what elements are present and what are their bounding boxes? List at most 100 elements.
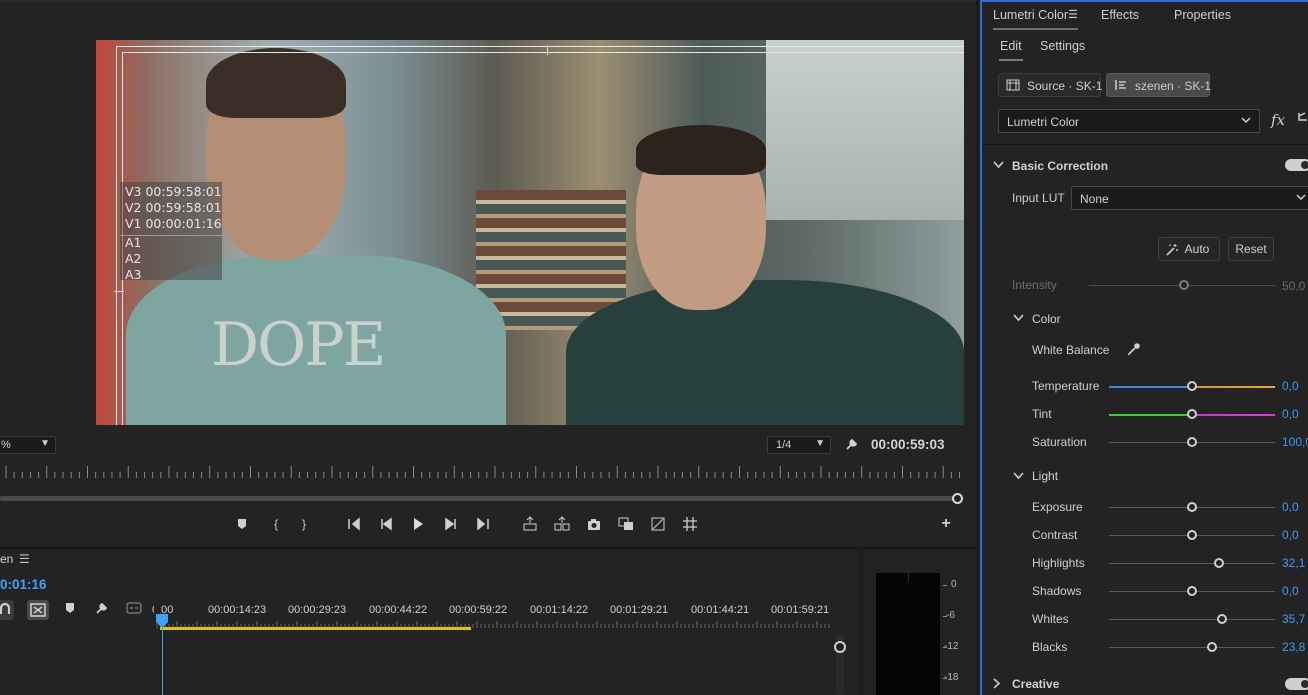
step-forward-icon[interactable] <box>440 515 460 533</box>
sequence-clip-button[interactable]: szenen · SK-1 <box>1106 73 1212 97</box>
add-marker-icon[interactable] <box>232 515 252 533</box>
lift-icon[interactable] <box>520 515 540 533</box>
param-value-blacks[interactable]: 23,8 <box>1282 640 1305 654</box>
param-slider-knob-shadows[interactable] <box>1187 586 1197 596</box>
toggle-proxies-icon[interactable] <box>648 515 668 533</box>
monitor-time-ruler[interactable] <box>0 464 964 480</box>
color-subsection-title[interactable]: Color <box>1032 312 1061 326</box>
param-slider-knob-highlights[interactable] <box>1213 558 1224 568</box>
param-slider-knob-saturation[interactable] <box>1187 437 1197 447</box>
reset-button[interactable]: Reset <box>1228 237 1274 261</box>
reset-effect-icon[interactable] <box>1296 110 1308 127</box>
video-preview[interactable]: DOPE <box>96 40 964 425</box>
intensity-value[interactable]: 50,0 <box>1282 279 1305 293</box>
ruler-label: 00:01:44:21 <box>691 604 750 616</box>
param-slider-knob-contrast[interactable] <box>1187 530 1197 540</box>
param-slider-knob-temperature[interactable] <box>1187 381 1197 391</box>
sequence-tab[interactable]: en <box>0 552 13 566</box>
playhead-line[interactable] <box>162 628 163 695</box>
sequence-icon <box>1115 80 1126 90</box>
go-to-in-icon[interactable] <box>345 515 365 533</box>
scrub-bar-handle[interactable] <box>952 493 963 504</box>
panel-menu-icon[interactable]: ☰ <box>1068 8 1078 21</box>
param-value-temperature[interactable]: 0,0 <box>1282 379 1299 393</box>
zoom-level-select[interactable]: % ▼ <box>0 436 56 454</box>
creative-title[interactable]: Creative <box>1012 677 1059 691</box>
section-collapse-chevron-icon[interactable] <box>993 159 1004 173</box>
monitor-scrub-bar[interactable] <box>0 496 958 501</box>
panel-divider <box>982 144 1308 145</box>
captions-icon[interactable] <box>125 601 143 619</box>
param-label-saturation: Saturation <box>1032 435 1087 449</box>
timeline-zoom-handle[interactable] <box>834 641 846 653</box>
chevron-down-icon <box>1241 114 1251 128</box>
hamburger-menu-icon[interactable]: ☰ <box>19 552 30 566</box>
param-label-highlights: Highlights <box>1032 556 1085 570</box>
mark-in-icon[interactable]: { <box>266 515 286 533</box>
creative-toggle[interactable] <box>1285 678 1308 690</box>
tab-lumetri-color[interactable]: Lumetri Color <box>993 8 1068 22</box>
param-slider-knob-tint[interactable] <box>1187 409 1197 419</box>
param-value-tint[interactable]: 0,0 <box>1282 407 1299 421</box>
ruler-label: 00:01:59:21 <box>771 604 830 616</box>
comparison-view-icon[interactable] <box>616 515 636 533</box>
param-label-temperature: Temperature <box>1032 379 1100 393</box>
param-value-exposure[interactable]: 0,0 <box>1282 500 1299 514</box>
effect-instance-select[interactable]: Lumetri Color <box>998 109 1260 133</box>
extract-icon[interactable] <box>552 515 572 533</box>
playhead-handle[interactable] <box>156 614 168 628</box>
param-value-contrast[interactable]: 0,0 <box>1282 528 1299 542</box>
sequence-clip-label: szenen · SK-1 <box>1135 79 1212 93</box>
param-slider-highlights[interactable] <box>1109 563 1275 564</box>
param-value-whites[interactable]: 35,7 <box>1282 612 1305 626</box>
playback-resolution-select[interactable]: 1/4 ▼ <box>767 436 831 454</box>
creative-expand-chevron-icon[interactable] <box>991 678 1002 692</box>
add-marker-icon[interactable] <box>61 601 79 619</box>
play-icon[interactable] <box>408 515 428 533</box>
intensity-slider-knob[interactable] <box>1179 280 1189 290</box>
snap-icon[interactable] <box>0 600 14 620</box>
button-editor-plus-icon[interactable]: + <box>936 515 956 533</box>
sequence-timecode[interactable]: 0:01:16 <box>0 577 47 592</box>
ruler-label: 00:00:29:23 <box>288 604 347 616</box>
param-value-saturation[interactable]: 100,0 <box>1282 435 1308 449</box>
tab-properties[interactable]: Properties <box>1174 8 1231 22</box>
work-area-bar[interactable] <box>160 627 471 630</box>
go-to-out-icon[interactable] <box>472 515 492 533</box>
timecode-overlay: V3 00:59:58:01 V2 00:59:58:01 V1 00:00:0… <box>120 182 222 282</box>
source-clip-button[interactable]: Source · SK-1 <box>998 73 1103 97</box>
intensity-label: Intensity <box>1012 278 1057 292</box>
wrench-icon[interactable] <box>845 437 859 454</box>
playhead-timecode[interactable]: 00:00:59:03 <box>871 437 945 452</box>
light-subsection-title[interactable]: Light <box>1032 469 1058 483</box>
param-slider-knob-whites[interactable] <box>1216 614 1227 624</box>
tab-effects[interactable]: Effects <box>1101 8 1139 22</box>
param-slider-knob-exposure[interactable] <box>1187 502 1197 512</box>
param-slider-blacks[interactable] <box>1109 647 1275 648</box>
film-icon <box>1006 79 1020 91</box>
center-mark-top <box>547 45 548 55</box>
basic-correction-title[interactable]: Basic Correction <box>1012 159 1108 173</box>
fx-bypass-icon[interactable]: fx <box>1271 111 1285 129</box>
input-lut-select[interactable]: None <box>1071 186 1308 210</box>
mark-out-icon[interactable]: } <box>294 515 314 533</box>
source-clip-label: Source · SK-1 <box>1027 79 1103 93</box>
linked-selection-icon[interactable] <box>27 600 49 620</box>
export-frame-icon[interactable] <box>584 515 604 533</box>
safe-margins-icon[interactable] <box>680 515 700 533</box>
timeline-settings-wrench-icon[interactable] <box>93 601 111 619</box>
color-collapse-chevron-icon[interactable] <box>1013 312 1024 326</box>
eyedropper-icon[interactable] <box>1126 342 1141 360</box>
param-value-shadows[interactable]: 0,0 <box>1282 584 1299 598</box>
subtab-edit[interactable]: Edit <box>1000 39 1022 53</box>
light-collapse-chevron-icon[interactable] <box>1013 470 1024 484</box>
param-slider-knob-blacks[interactable] <box>1206 642 1217 652</box>
param-slider-whites[interactable] <box>1109 619 1275 620</box>
overlay-v3: V3 00:59:58:01 <box>125 184 222 199</box>
param-value-highlights[interactable]: 32,1 <box>1282 556 1305 570</box>
basic-correction-toggle[interactable] <box>1285 159 1308 171</box>
auto-button[interactable]: Auto <box>1158 237 1220 261</box>
step-back-icon[interactable] <box>377 515 397 533</box>
subtab-settings[interactable]: Settings <box>1040 39 1085 53</box>
ruler-label: 00:01:14:22 <box>530 604 589 616</box>
